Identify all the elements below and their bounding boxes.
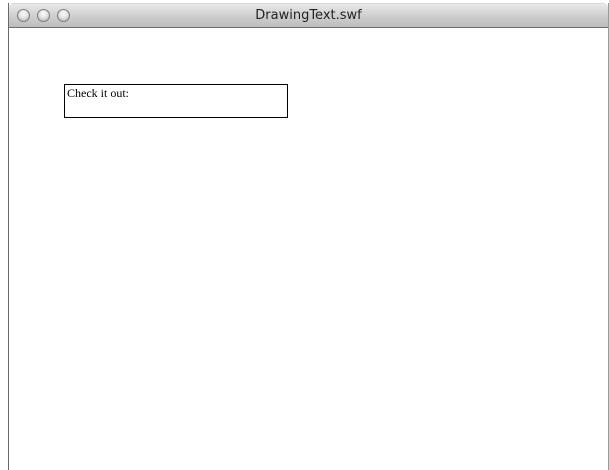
text-field[interactable]: Check it out: [64,84,288,118]
window-title: DrawingText.swf [255,8,362,23]
title-bar[interactable]: DrawingText.swf [9,3,608,28]
app-window: DrawingText.swf Check it out: [8,3,609,470]
swf-stage: Check it out: [9,28,608,470]
